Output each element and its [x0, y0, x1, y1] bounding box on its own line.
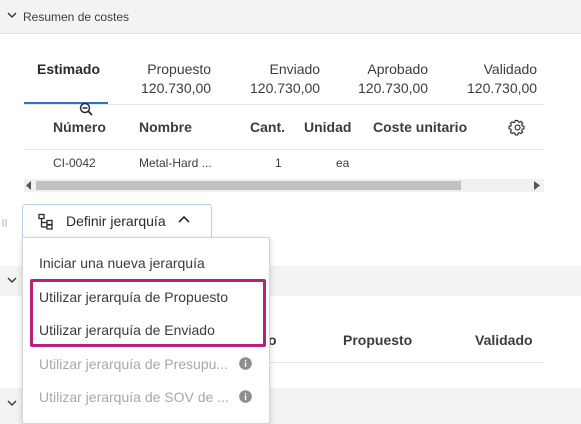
column-header-coste-unitario[interactable]: Coste unitario	[373, 119, 467, 135]
tab-label: Aprobado	[367, 61, 429, 77]
scroll-right-arrow-icon[interactable]	[534, 181, 540, 190]
tab-amount: 120.730,00	[358, 80, 429, 96]
tab-estimado[interactable]: Estimado	[37, 60, 100, 79]
section-title: Resumen de costes	[23, 10, 130, 24]
tab-label: Propuesto	[147, 61, 212, 77]
cell-unidad: ea	[336, 156, 350, 170]
define-hierarchy-button[interactable]: Definir jerarquía	[22, 204, 212, 238]
define-hierarchy-label: Definir jerarquía	[66, 213, 166, 229]
tab-label: Validado	[483, 61, 538, 77]
section-header-resumen[interactable]: Resumen de costes	[0, 0, 581, 34]
chevron-up-icon	[178, 215, 190, 223]
header-divider	[24, 149, 544, 150]
tab-label: Estimado	[37, 61, 101, 77]
info-icon[interactable]	[239, 390, 252, 403]
column-header-unidad[interactable]: Unidad	[304, 119, 351, 135]
zoom-out-icon	[79, 102, 93, 116]
hierarchy-icon	[38, 213, 53, 230]
chevron-down-icon	[7, 12, 17, 19]
column-header-propuesto: Propuesto	[343, 332, 413, 348]
column-header-cant[interactable]: Cant.	[250, 119, 285, 135]
drag-handle-icon[interactable]	[2, 219, 8, 227]
column-header-numero[interactable]: Número	[53, 119, 106, 135]
highlight-annotation-box	[30, 279, 266, 347]
menu-item-use-sov: Utilizar jerarquía de SOV de ...	[39, 389, 229, 405]
chevron-down-icon	[7, 277, 17, 284]
scrollbar-thumb[interactable]	[36, 181, 461, 190]
tab-propuesto[interactable]: Propuesto 120.730,00	[141, 60, 211, 98]
menu-item-use-presupuesto: Utilizar jerarquía de Presupu...	[39, 356, 229, 372]
cell-nombre: Metal-Hard ...	[139, 156, 212, 170]
info-icon[interactable]	[239, 357, 252, 370]
tab-amount: 120.730,00	[250, 80, 321, 96]
cell-numero: CI-0042	[53, 156, 96, 170]
tab-enviado[interactable]: Enviado 120.730,00	[250, 60, 320, 98]
cell-cant: 1	[275, 156, 282, 170]
tab-label: Enviado	[269, 61, 321, 77]
gear-icon[interactable]	[508, 119, 525, 136]
tab-validado[interactable]: Validado 120.730,00	[467, 60, 537, 98]
chevron-down-icon	[7, 400, 17, 407]
tab-amount: 120.730,00	[141, 80, 212, 96]
column-header-nombre[interactable]: Nombre	[139, 119, 192, 135]
menu-item-new-hierarchy[interactable]: Iniciar una nueva jerarquía	[39, 255, 205, 271]
column-header-validado: Validado	[475, 332, 533, 348]
row-divider	[268, 362, 544, 363]
tab-aprobado[interactable]: Aprobado 120.730,00	[358, 60, 428, 98]
tabs-divider	[24, 104, 544, 105]
tab-amount: 120.730,00	[467, 80, 538, 96]
scroll-left-arrow-icon[interactable]	[26, 181, 32, 190]
